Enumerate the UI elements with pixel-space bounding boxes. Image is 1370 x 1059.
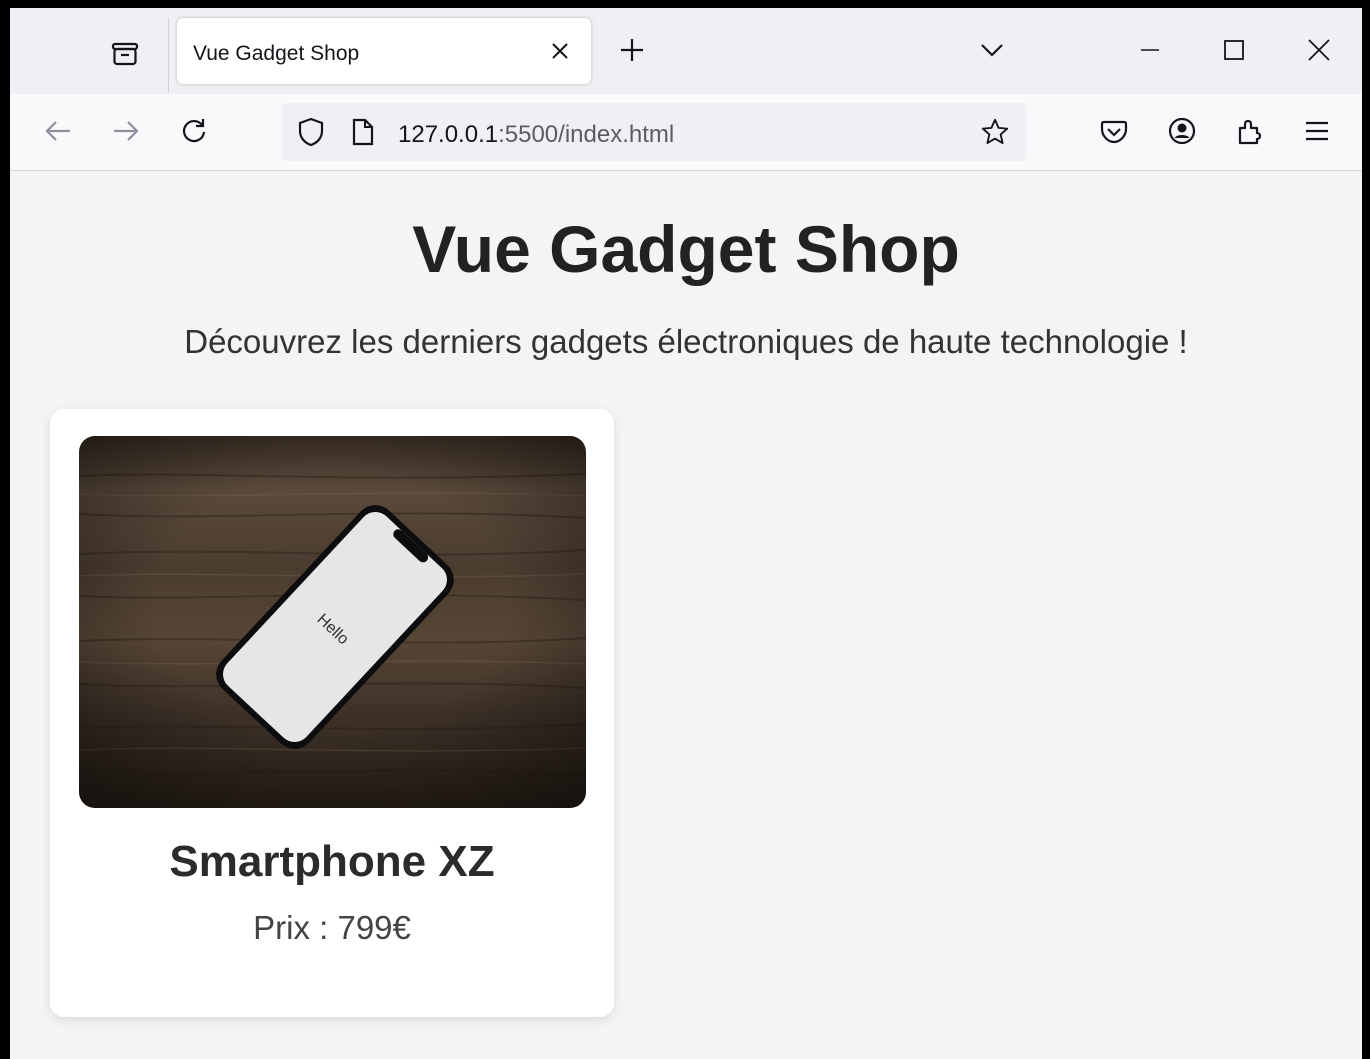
url-path: :5500/index.html <box>498 121 675 148</box>
back-arrow-left-icon[interactable] <box>38 111 78 151</box>
menu-hamburger-icon[interactable] <box>1297 111 1337 151</box>
new-tab-plus-icon[interactable] <box>614 32 650 68</box>
page-content: Vue Gadget Shop Découvrez les derniers g… <box>10 171 1362 1059</box>
tab-list-icon[interactable] <box>102 34 148 74</box>
product-image: Hello <box>79 436 586 808</box>
url-host: 127.0.0.1 <box>398 121 499 148</box>
tab-title: Vue Gadget Shop <box>193 42 360 65</box>
product-price: Prix : 799€ <box>253 909 411 946</box>
page-subtitle: Découvrez les derniers gadgets électroni… <box>184 323 1188 360</box>
extensions-puzzle-icon[interactable] <box>1230 111 1270 151</box>
tab-active[interactable]: Vue Gadget Shop <box>177 18 591 84</box>
product-card[interactable]: Hello Smartphone XZ Prix : 799€ <box>50 409 614 1017</box>
page-icon[interactable] <box>348 117 378 147</box>
url-bar[interactable]: 127.0.0.1:5500/index.html <box>282 103 1026 161</box>
reload-icon[interactable] <box>174 111 214 151</box>
browser-window: Vue Gadget Shop 127.0.0.1:5500/index.htm… <box>10 8 1362 1059</box>
navigation-toolbar: 127.0.0.1:5500/index.html <box>10 94 1362 171</box>
url-text[interactable]: 127.0.0.1:5500/index.html <box>398 121 674 149</box>
minimize-icon[interactable] <box>1130 30 1170 70</box>
tab-close-icon[interactable] <box>547 38 573 64</box>
account-icon[interactable] <box>1162 111 1202 151</box>
close-window-icon[interactable] <box>1299 30 1339 70</box>
tab-separator <box>168 18 169 92</box>
bookmark-star-icon[interactable] <box>980 117 1010 147</box>
tab-strip: Vue Gadget Shop <box>10 8 1362 94</box>
page-title: Vue Gadget Shop <box>412 212 960 286</box>
list-all-tabs-chevron-down-icon[interactable] <box>974 32 1010 68</box>
forward-arrow-right-icon[interactable] <box>106 111 146 151</box>
shield-icon[interactable] <box>296 117 326 147</box>
maximize-icon[interactable] <box>1214 30 1254 70</box>
pocket-icon[interactable] <box>1094 111 1134 151</box>
product-name: Smartphone XZ <box>169 837 495 886</box>
